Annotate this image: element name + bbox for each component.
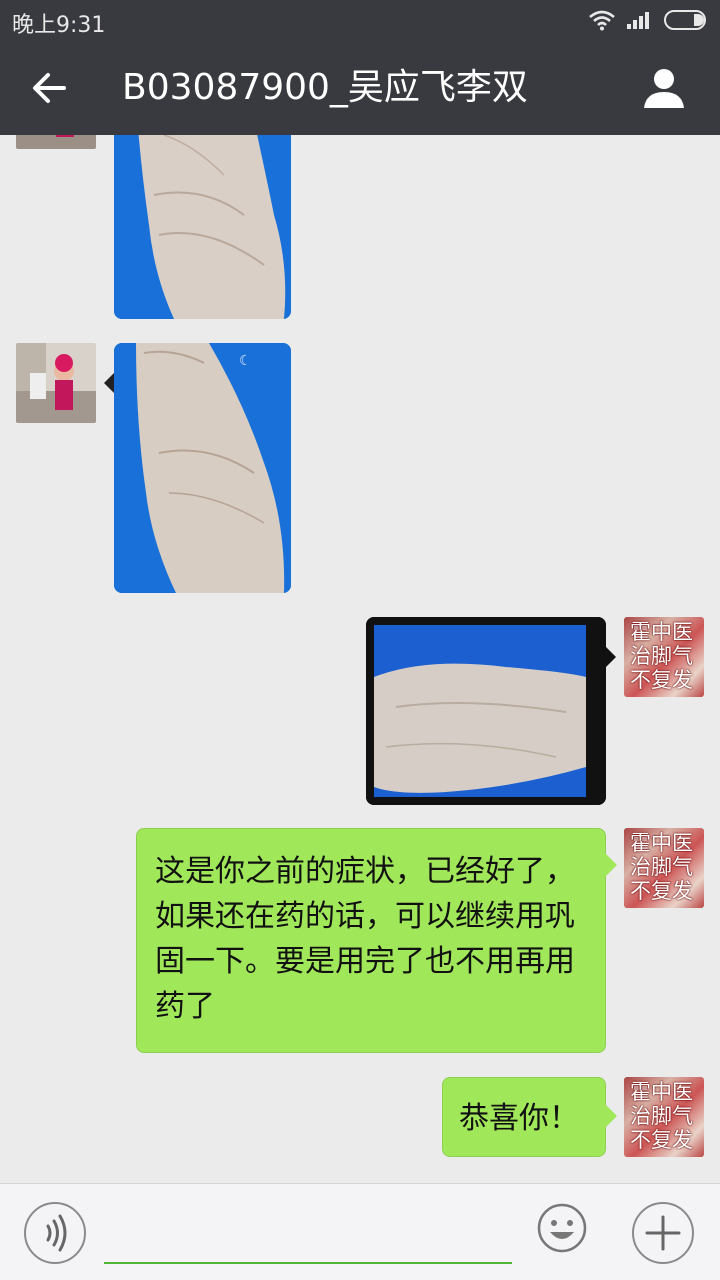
- my-avatar[interactable]: 霍中医 治脚气 不复发: [624, 617, 704, 697]
- battery-icon: [664, 10, 706, 30]
- foot-photo: [114, 135, 291, 319]
- sent-text-bubble[interactable]: 恭喜你！: [442, 1077, 617, 1157]
- avatar-photo: [16, 135, 96, 149]
- sent-image[interactable]: [366, 617, 606, 805]
- bubble-tail: [605, 1104, 617, 1128]
- my-avatar[interactable]: 霍中医 治脚气 不复发: [624, 828, 704, 908]
- chat-title: B03087900_吴应飞李双: [122, 67, 528, 108]
- voice-icon: [46, 1214, 67, 1252]
- plus-button[interactable]: [632, 1202, 694, 1264]
- received-image[interactable]: ☾: [114, 343, 291, 593]
- status-time: 晚上9:31: [12, 13, 106, 38]
- message-input[interactable]: [104, 1204, 512, 1264]
- message-list[interactable]: ☾ 霍中医 治脚气 不复发 这是你之前的症状，已经好了，如果还在药的话，可以继续…: [0, 135, 720, 1183]
- received-image[interactable]: [114, 135, 291, 319]
- wifi-icon: [589, 10, 615, 31]
- svg-text:☾: ☾: [239, 353, 252, 369]
- avatar-brand-text: 霍中医 治脚气 不复发: [630, 831, 693, 903]
- arrow-left-icon[interactable]: [28, 66, 72, 110]
- avatar-photo: [16, 343, 96, 423]
- contact-avatar[interactable]: [16, 135, 96, 149]
- message-text: 恭喜你！: [459, 1101, 579, 1136]
- bubble-tail: [104, 373, 114, 393]
- bubble-tail: [606, 647, 616, 667]
- chat-header: B03087900_吴应飞李双: [0, 40, 720, 135]
- sent-text-bubble[interactable]: 这是你之前的症状，已经好了，如果还在药的话，可以继续用巩固一下。要是用完了也不用…: [136, 828, 617, 1053]
- foot-photo: ☾: [114, 343, 291, 593]
- status-icons: [588, 8, 710, 32]
- avatar-brand-text: 霍中医 治脚气 不复发: [630, 1080, 693, 1152]
- avatar-brand-text: 霍中医 治脚气 不复发: [630, 620, 693, 692]
- message-text: 这是你之前的症状，已经好了，如果还在药的话，可以继续用巩固一下。要是用完了也不用…: [155, 854, 575, 1024]
- emoji-icon[interactable]: [536, 1202, 588, 1254]
- my-avatar[interactable]: 霍中医 治脚气 不复发: [624, 1077, 704, 1157]
- plus-icon: [645, 1215, 681, 1251]
- bubble-tail: [605, 853, 617, 877]
- status-bar: 晚上9:31: [0, 0, 720, 40]
- voice-button[interactable]: [24, 1202, 86, 1264]
- input-bar: [0, 1183, 720, 1280]
- contact-avatar[interactable]: [16, 343, 96, 423]
- person-icon[interactable]: [642, 66, 686, 110]
- signal-icon: [627, 12, 649, 29]
- foot-photo: [366, 617, 606, 805]
